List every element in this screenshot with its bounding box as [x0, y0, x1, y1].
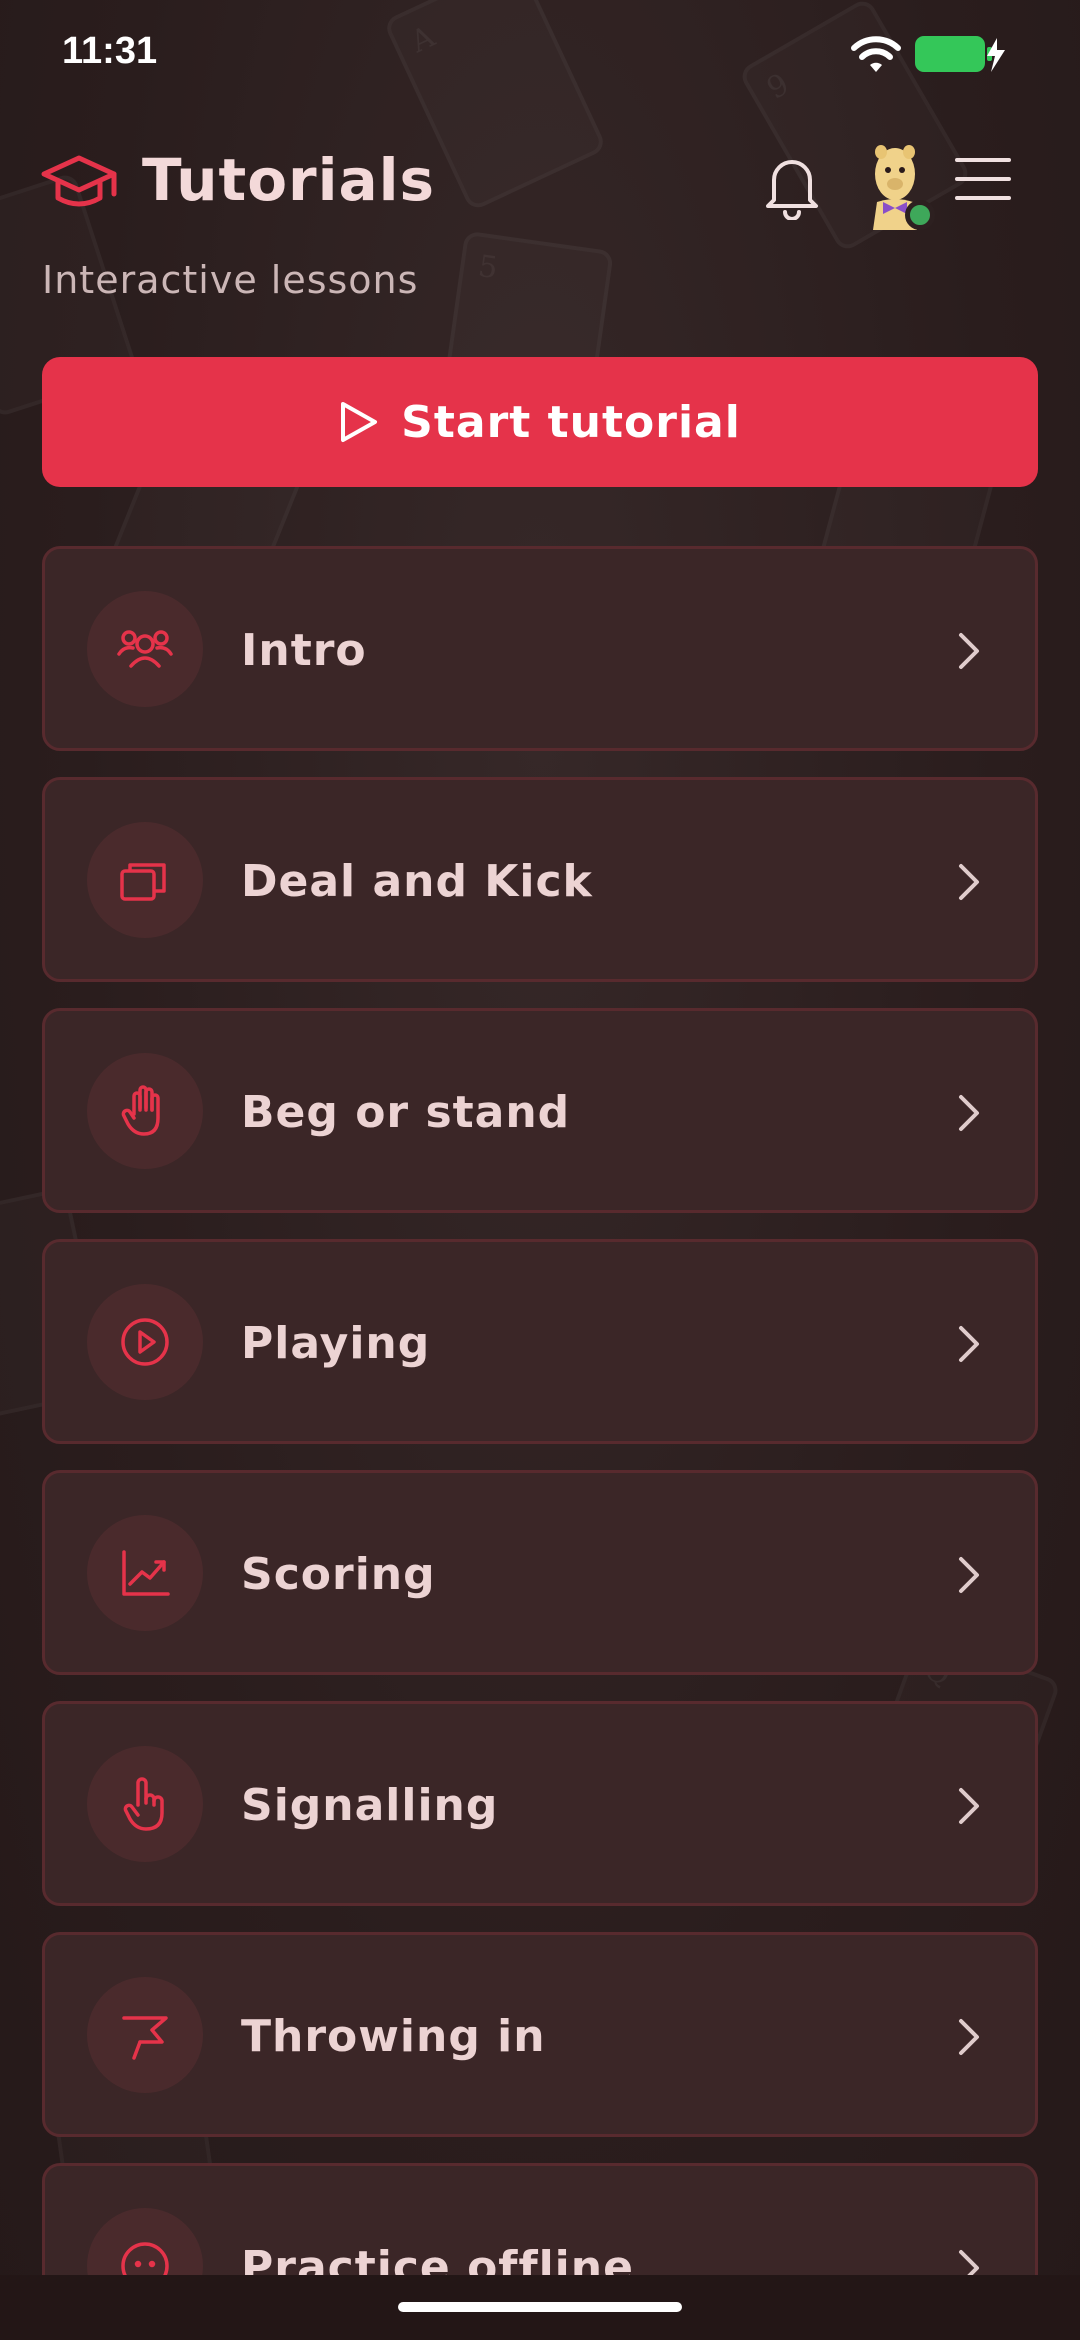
play-circle-icon [121, 1318, 169, 1366]
lesson-item-intro[interactable]: Intro [42, 546, 1038, 751]
chevron-right-icon [959, 1557, 979, 1593]
chevron-right-icon [959, 1788, 979, 1824]
wifi-icon [851, 36, 901, 72]
hamburger-menu-icon[interactable] [955, 154, 1011, 204]
users-icon [117, 630, 173, 668]
hand-icon [121, 1085, 160, 1136]
graduation-cap-icon [41, 155, 117, 207]
lesson-item-scoring[interactable]: Scoring [42, 1470, 1038, 1675]
home-indicator[interactable] [398, 2302, 682, 2312]
battery-charging-icon [915, 36, 1005, 72]
lesson-item-deal-and-kick[interactable]: Deal and Kick [42, 777, 1038, 982]
notifications-bell-icon[interactable] [760, 150, 824, 220]
status-bar: 11:31 [0, 0, 1080, 110]
online-status-dot [905, 200, 935, 230]
lesson-item-beg-or-stand[interactable]: Beg or stand [42, 1008, 1038, 1213]
pointer-hand-icon [123, 1777, 164, 1831]
lesson-label: Playing [241, 1318, 431, 1369]
chevron-right-icon [959, 1326, 979, 1362]
status-time: 11:31 [62, 30, 158, 72]
start-tutorial-button[interactable]: Start tutorial [42, 357, 1038, 487]
flag-icon [122, 2016, 168, 2060]
page-subtitle: Interactive lessons [42, 258, 419, 302]
lesson-item-playing[interactable]: Playing [42, 1239, 1038, 1444]
header: Tutorials [0, 140, 1080, 240]
lesson-label: Signalling [241, 1780, 499, 1831]
lesson-item-throwing-in[interactable]: Throwing in [42, 1932, 1038, 2137]
chevron-right-icon [959, 864, 979, 900]
chevron-right-icon [959, 1095, 979, 1131]
chevron-right-icon [959, 2019, 979, 2055]
lesson-label: Beg or stand [241, 1087, 571, 1138]
lesson-label: Throwing in [241, 2011, 546, 2062]
page-title: Tutorials [142, 146, 436, 214]
lesson-item-signalling[interactable]: Signalling [42, 1701, 1038, 1906]
start-tutorial-label: Start tutorial [401, 396, 741, 448]
screen: A A 9 5 5 K 8 Q J 11:31 Tutorials [0, 0, 1080, 2340]
play-icon [341, 402, 378, 442]
chart-icon [122, 1550, 170, 1596]
chevron-right-icon [959, 633, 979, 669]
lesson-label: Deal and Kick [241, 856, 593, 907]
cards-icon [120, 863, 166, 901]
lesson-label: Scoring [241, 1549, 436, 1600]
lesson-label: Intro [241, 625, 367, 676]
